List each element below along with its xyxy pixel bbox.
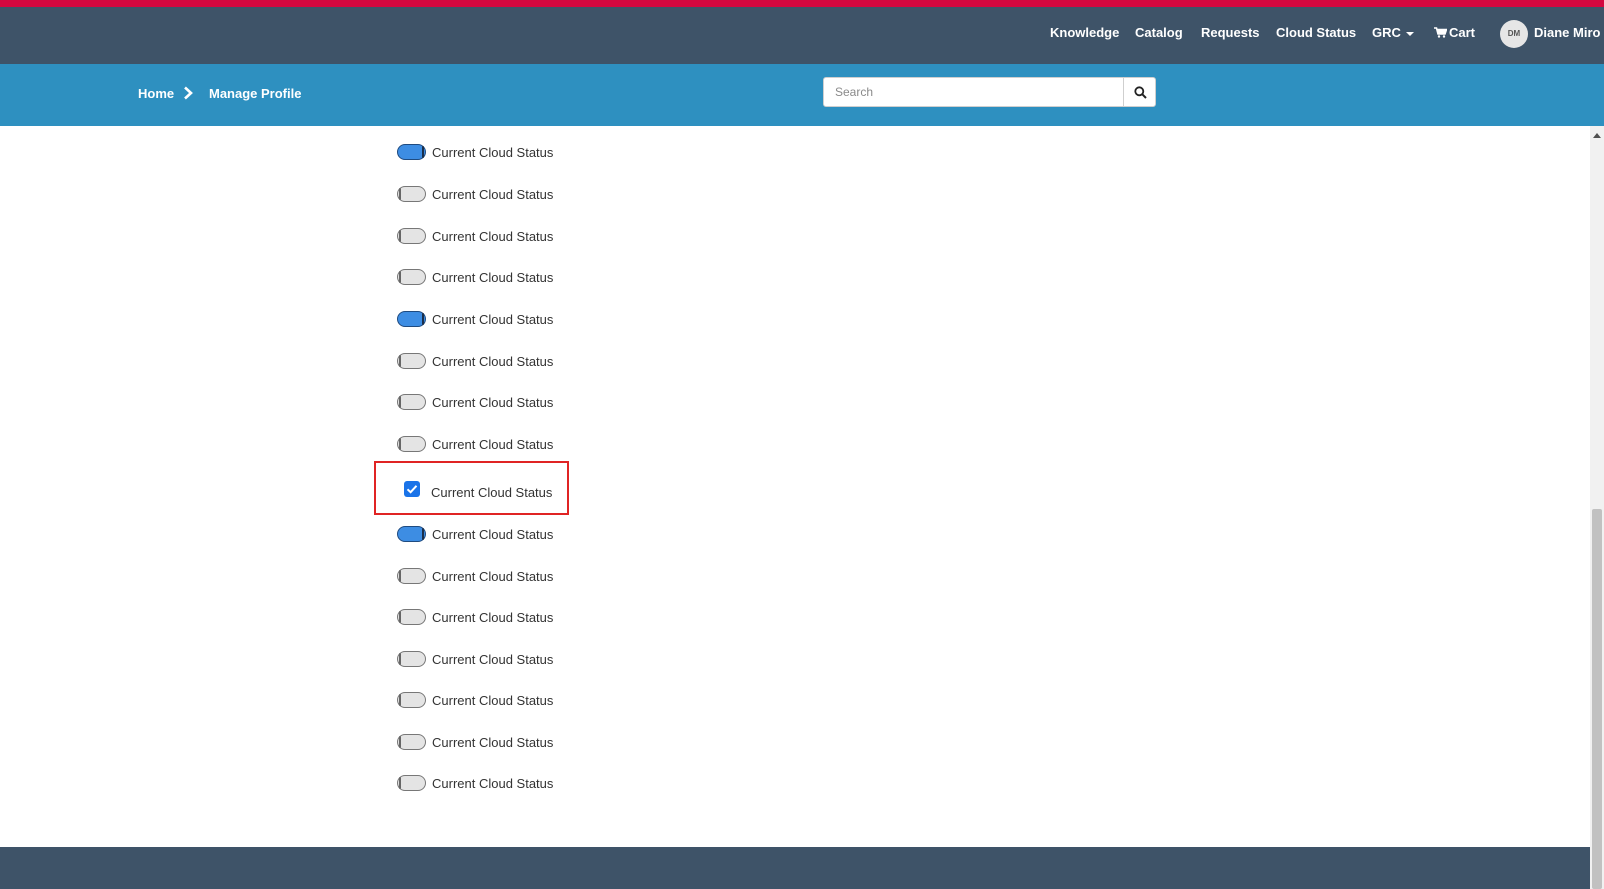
- scroll-thumb[interactable]: [1592, 509, 1602, 889]
- toggle-row: Current Cloud Status: [397, 226, 617, 248]
- breadcrumb-bar: Home Manage Profile: [0, 64, 1604, 126]
- toggle-label: Current Cloud Status: [432, 395, 554, 410]
- brand-stripe: [0, 0, 1604, 7]
- nav-cart[interactable]: Cart: [1434, 7, 1475, 64]
- nav-cart-label: Cart: [1449, 25, 1476, 40]
- toggle-row: Current Cloud Status: [397, 351, 617, 373]
- status-toggle[interactable]: [397, 186, 426, 202]
- toggle-row: Current Cloud Status: [397, 524, 617, 546]
- toggle-row: Current Cloud Status: [397, 732, 617, 754]
- status-toggle[interactable]: [397, 651, 426, 667]
- breadcrumb-current: Manage Profile: [209, 86, 302, 101]
- nav-catalog[interactable]: Catalog: [1135, 7, 1183, 64]
- top-nav: Knowledge Catalog Requests Cloud Status …: [0, 7, 1604, 64]
- toggle-label: Current Cloud Status: [432, 776, 554, 791]
- toggle-row: Current Cloud Status: [397, 690, 617, 712]
- status-toggle[interactable]: [397, 609, 426, 625]
- toggle-knob: [399, 396, 401, 408]
- toggle-knob: [422, 313, 424, 325]
- nav-knowledge[interactable]: Knowledge: [1050, 7, 1119, 64]
- toggle-label: Current Cloud Status: [432, 270, 554, 285]
- search-input[interactable]: [823, 77, 1134, 107]
- status-toggle[interactable]: [397, 526, 426, 542]
- toggle-knob: [399, 653, 401, 665]
- toggle-label: Current Cloud Status: [432, 527, 554, 542]
- status-toggle[interactable]: [397, 228, 426, 244]
- nav-grc-dropdown[interactable]: GRC: [1372, 7, 1414, 64]
- profile-preferences-list: Current Cloud Status Current Cloud Status…: [0, 126, 1590, 847]
- status-toggle[interactable]: [397, 775, 426, 791]
- toggle-label: Current Cloud Status: [432, 312, 554, 327]
- scroll-up-icon[interactable]: [1593, 133, 1601, 138]
- avatar[interactable]: DM: [1500, 20, 1528, 48]
- toggle-row: Current Cloud Status: [397, 566, 617, 588]
- toggle-label: Current Cloud Status: [432, 735, 554, 750]
- toggle-label: Current Cloud Status: [432, 229, 554, 244]
- user-name[interactable]: Diane Miro: [1534, 7, 1600, 64]
- checkbox-label: Current Cloud Status: [431, 485, 553, 500]
- toggle-knob: [399, 230, 401, 242]
- search-group: [823, 77, 1157, 107]
- toggle-label: Current Cloud Status: [432, 354, 554, 369]
- search-icon: [1134, 86, 1147, 99]
- status-toggle[interactable]: [397, 269, 426, 285]
- toggle-row: Current Cloud Status: [397, 434, 617, 456]
- nav-grc-label: GRC: [1372, 25, 1401, 40]
- toggle-label: Current Cloud Status: [432, 187, 554, 202]
- toggle-row: Current Cloud Status: [397, 773, 617, 795]
- toggle-label: Current Cloud Status: [432, 610, 554, 625]
- toggle-knob: [399, 694, 401, 706]
- toggle-knob: [399, 188, 401, 200]
- toggle-knob: [399, 736, 401, 748]
- nav-requests[interactable]: Requests: [1201, 7, 1260, 64]
- cart-icon: [1434, 27, 1447, 38]
- toggle-knob: [399, 570, 401, 582]
- preference-checkbox[interactable]: [404, 481, 420, 497]
- toggle-row: Current Cloud Status: [397, 649, 617, 671]
- toggle-knob: [399, 438, 401, 450]
- chevron-right-icon: [184, 86, 193, 100]
- toggle-row: Current Cloud Status: [397, 267, 617, 289]
- toggle-knob: [422, 528, 424, 540]
- status-toggle[interactable]: [397, 311, 426, 327]
- status-toggle[interactable]: [397, 353, 426, 369]
- toggle-label: Current Cloud Status: [432, 145, 554, 160]
- toggle-label: Current Cloud Status: [432, 693, 554, 708]
- status-toggle[interactable]: [397, 144, 426, 160]
- toggle-knob: [399, 611, 401, 623]
- breadcrumb-home[interactable]: Home: [138, 64, 174, 126]
- search-button[interactable]: [1123, 77, 1156, 107]
- toggle-knob: [422, 146, 424, 158]
- toggle-label: Current Cloud Status: [432, 569, 554, 584]
- nav-cloud-status[interactable]: Cloud Status: [1276, 7, 1356, 64]
- toggle-row: Current Cloud Status: [397, 309, 617, 331]
- scrollbar[interactable]: [1590, 126, 1604, 889]
- toggle-row: Current Cloud Status: [397, 142, 617, 164]
- caret-down-icon: [1405, 31, 1414, 36]
- checkmark-icon: [406, 485, 418, 494]
- toggle-row: Current Cloud Status: [397, 184, 617, 206]
- toggle-label: Current Cloud Status: [432, 652, 554, 667]
- footer: [0, 847, 1590, 889]
- toggle-knob: [399, 777, 401, 789]
- toggle-label: Current Cloud Status: [432, 437, 554, 452]
- status-toggle[interactable]: [397, 692, 426, 708]
- status-toggle[interactable]: [397, 394, 426, 410]
- status-toggle[interactable]: [397, 734, 426, 750]
- toggle-knob: [399, 355, 401, 367]
- toggle-row: Current Cloud Status: [397, 392, 617, 414]
- status-toggle[interactable]: [397, 568, 426, 584]
- page: Knowledge Catalog Requests Cloud Status …: [0, 0, 1604, 889]
- toggle-knob: [399, 271, 401, 283]
- status-toggle[interactable]: [397, 436, 426, 452]
- toggle-row: Current Cloud Status: [397, 607, 617, 629]
